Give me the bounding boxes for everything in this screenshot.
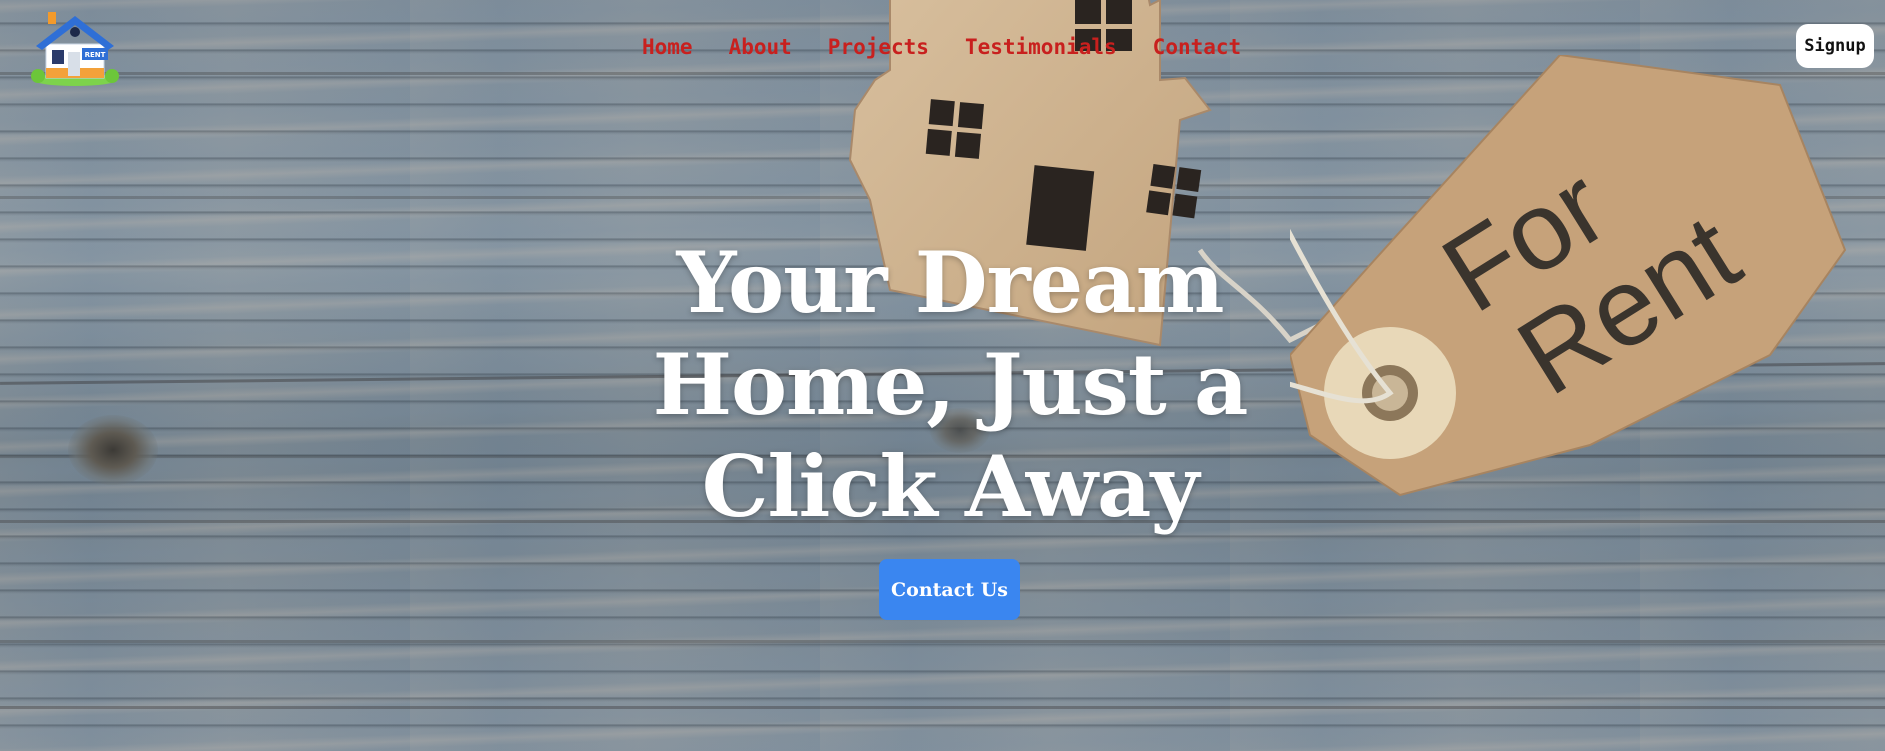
main-nav: Home About Projects Testimonials Contact bbox=[642, 33, 1277, 61]
hero-headline-line1: Your Dream bbox=[676, 233, 1224, 332]
nav-link-contact[interactable]: Contact bbox=[1153, 33, 1242, 61]
nav-link-about[interactable]: About bbox=[729, 33, 792, 61]
logo-badge: RENT bbox=[85, 51, 106, 59]
wood-knot bbox=[68, 415, 158, 485]
contact-us-button[interactable]: Contact Us bbox=[879, 559, 1020, 620]
plank-seam bbox=[0, 640, 1885, 643]
for-rent-tag-image: For Rent bbox=[1290, 55, 1847, 497]
hero-headline-line2: Home, Just a bbox=[652, 335, 1249, 434]
nav-link-home[interactable]: Home bbox=[642, 33, 693, 61]
plank-seam bbox=[0, 706, 1885, 709]
signup-button[interactable]: Signup bbox=[1796, 24, 1874, 68]
hero-headline: Your Dream Home, Just a Click Away bbox=[540, 232, 1360, 538]
house-rent-logo-icon[interactable]: RENT bbox=[28, 10, 122, 86]
hero-headline-line3: Click Away bbox=[701, 437, 1200, 536]
nav-link-projects[interactable]: Projects bbox=[828, 33, 929, 61]
nav-link-testimonials[interactable]: Testimonials bbox=[965, 33, 1117, 61]
